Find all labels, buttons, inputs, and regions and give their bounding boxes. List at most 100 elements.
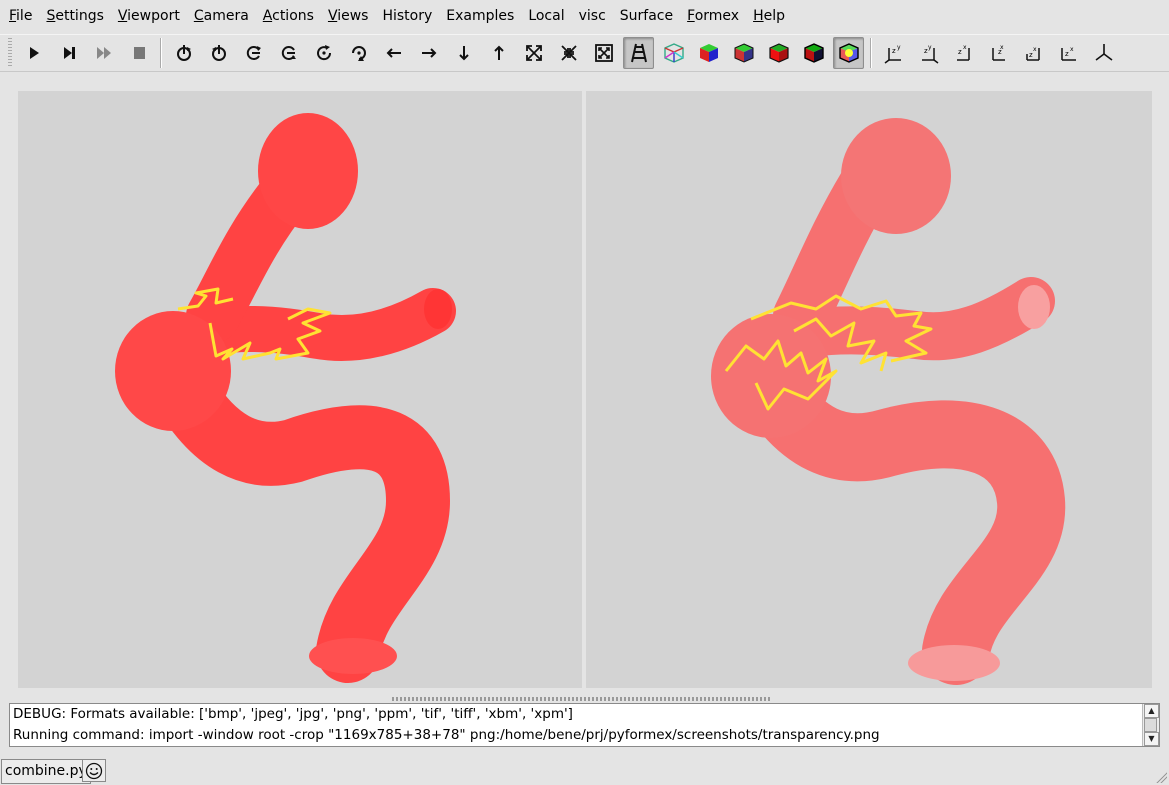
rotate-left-button[interactable]: [168, 37, 199, 69]
svg-text:y: y: [897, 44, 901, 51]
left-view-icon: zx: [1025, 46, 1040, 61]
red-cube-button[interactable]: [763, 37, 794, 69]
top-view-button[interactable]: zx: [948, 37, 979, 69]
menu-help[interactable]: Help: [746, 5, 792, 27]
toolbar-separator: [160, 38, 162, 68]
svg-text:y: y: [928, 44, 932, 51]
transparency-button[interactable]: [833, 37, 864, 69]
smiley-icon: [85, 762, 103, 779]
step-button[interactable]: [53, 37, 84, 69]
smooth-shade-button[interactable]: [728, 37, 759, 69]
wireframe-button[interactable]: [658, 37, 689, 69]
toolbar-separator: [870, 38, 872, 68]
menu-settings[interactable]: Settings: [39, 5, 110, 27]
smooth-shade-icon: [734, 43, 753, 63]
right-view-icon: zx: [1060, 46, 1076, 61]
toolbar: zy zy zx zx zx zx: [0, 34, 1169, 72]
play-button[interactable]: [18, 37, 49, 69]
viewport-right[interactable]: [586, 91, 1152, 688]
svg-text:z: z: [1065, 50, 1069, 58]
status-bar: combine.py: [0, 757, 1169, 785]
zoom-out-icon: [560, 45, 577, 61]
continue-icon: [96, 47, 111, 59]
back-view-button[interactable]: zy: [913, 37, 944, 69]
front-view-icon: zy: [884, 44, 901, 64]
rotate-down-button[interactable]: [273, 37, 304, 69]
svg-text:x: x: [1033, 46, 1037, 53]
stop-button[interactable]: [123, 37, 154, 69]
back-view-icon: zy: [921, 44, 938, 64]
menu-actions[interactable]: Actions: [256, 5, 321, 27]
scroll-down-icon[interactable]: ▼: [1144, 732, 1159, 746]
iso-view-button[interactable]: [1088, 37, 1119, 69]
current-script-button[interactable]: combine.py: [1, 759, 91, 784]
console-line: Running command: import -window root -cr…: [13, 727, 880, 743]
console-line: DEBUG: Formats available: ['bmp', 'jpeg'…: [13, 706, 573, 722]
svg-text:x: x: [963, 44, 967, 51]
stop-icon: [133, 47, 145, 59]
aneurysm-transparent-model: [711, 118, 1066, 685]
dark-cube-button[interactable]: [798, 37, 829, 69]
zoom-all-icon: [594, 44, 613, 62]
message-console[interactable]: DEBUG: Formats available: ['bmp', 'jpeg'…: [9, 703, 1160, 747]
pan-up-button[interactable]: [483, 37, 514, 69]
menu-views[interactable]: Views: [321, 5, 376, 27]
zoom-in-button[interactable]: [518, 37, 549, 69]
menu-surface[interactable]: Surface: [613, 5, 680, 27]
rotate-left-icon: [176, 45, 191, 61]
transparency-cube-icon: [838, 43, 859, 63]
menu-examples[interactable]: Examples: [439, 5, 521, 27]
red-cube-icon: [768, 43, 789, 63]
flat-shade-button[interactable]: [693, 37, 724, 69]
menu-bar: File Settings Viewport Camera Actions Vi…: [0, 0, 1169, 32]
menu-local[interactable]: Local: [521, 5, 571, 27]
rotate-ccw-button[interactable]: [308, 37, 339, 69]
left-view-button[interactable]: zx: [1018, 37, 1049, 69]
perspective-icon: [630, 43, 647, 63]
rotate-down-icon: [281, 46, 296, 60]
rotate-cw-button[interactable]: [343, 37, 374, 69]
toolbar-grip[interactable]: [8, 38, 12, 68]
scroll-up-icon[interactable]: ▲: [1144, 704, 1159, 718]
svg-text:x: x: [1070, 46, 1074, 53]
menu-camera[interactable]: Camera: [187, 5, 256, 27]
rotate-up-button[interactable]: [238, 37, 269, 69]
svg-text:z: z: [958, 48, 962, 56]
menu-history[interactable]: History: [375, 5, 439, 27]
splitter-handle[interactable]: [392, 697, 772, 701]
menu-formex[interactable]: Formex: [680, 5, 746, 27]
wireframe-icon: [663, 43, 684, 63]
pan-left-button[interactable]: [378, 37, 409, 69]
size-grip[interactable]: [1155, 771, 1167, 783]
viewport-left[interactable]: [18, 91, 582, 688]
zoom-out-button[interactable]: [553, 37, 584, 69]
menu-visc[interactable]: visc: [572, 5, 613, 27]
bottom-view-icon: zx: [991, 44, 1005, 61]
svg-text:x: x: [1000, 44, 1004, 51]
pan-left-icon: [386, 48, 401, 58]
pan-right-button[interactable]: [413, 37, 444, 69]
console-scrollbar[interactable]: ▲ ▼: [1142, 704, 1159, 746]
menu-file[interactable]: File: [2, 5, 39, 27]
pan-right-icon: [421, 48, 436, 58]
right-view-button[interactable]: zx: [1053, 37, 1084, 69]
pan-up-icon: [493, 45, 504, 60]
zoom-in-icon: [525, 45, 542, 61]
dark-cube-icon: [803, 43, 824, 63]
scroll-thumb[interactable]: [1144, 718, 1157, 732]
aneurysm-opaque-model: [115, 113, 456, 683]
perspective-button[interactable]: [623, 37, 654, 69]
zoom-all-button[interactable]: [588, 37, 619, 69]
rotate-ccw-icon: [316, 45, 331, 61]
continue-button[interactable]: [88, 37, 119, 69]
front-view-button[interactable]: zy: [878, 37, 909, 69]
menu-viewport[interactable]: Viewport: [111, 5, 187, 27]
step-icon: [63, 47, 75, 59]
smiley-button[interactable]: [82, 759, 106, 782]
svg-text:z: z: [892, 47, 896, 55]
flat-shade-icon: [699, 44, 718, 62]
pan-down-button[interactable]: [448, 37, 479, 69]
iso-view-icon: [1095, 44, 1112, 61]
bottom-view-button[interactable]: zx: [983, 37, 1014, 69]
rotate-right-button[interactable]: [203, 37, 234, 69]
